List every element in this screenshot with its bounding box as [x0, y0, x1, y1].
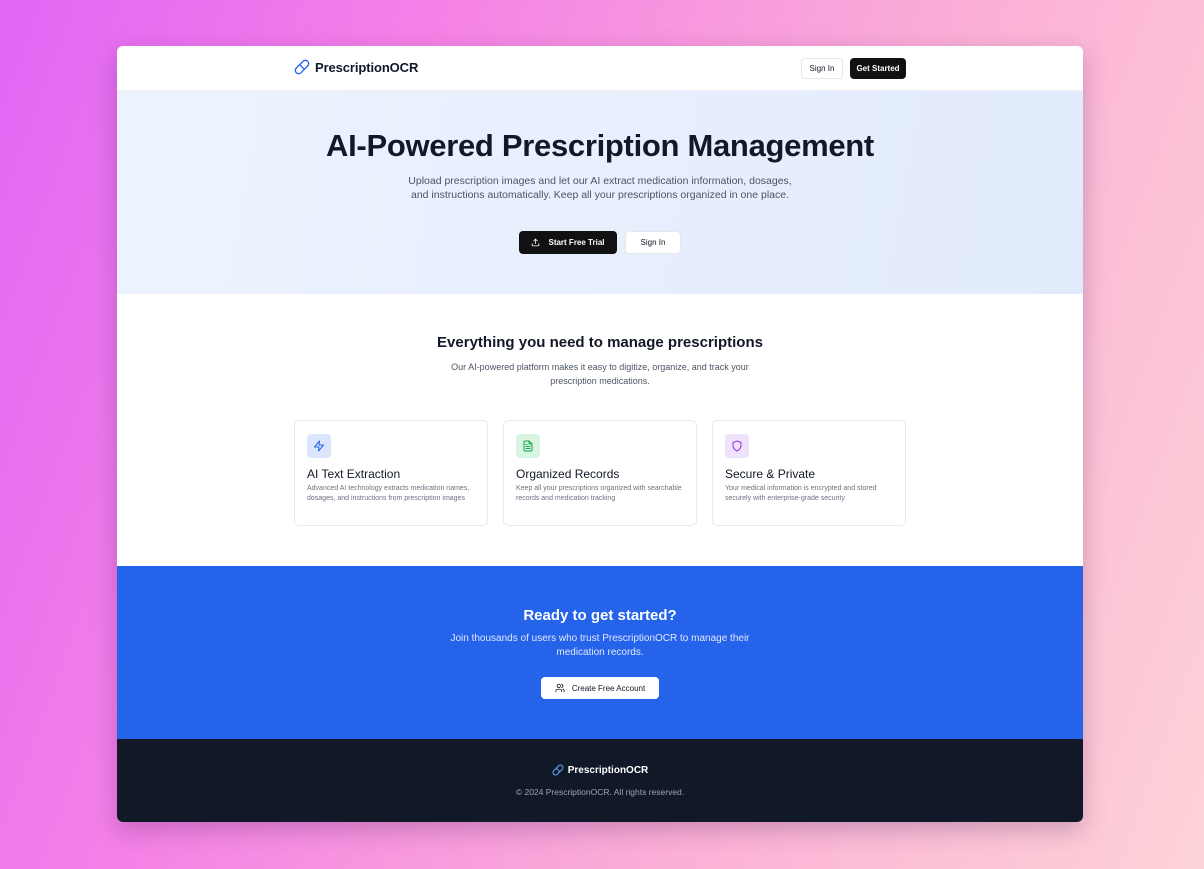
feature-title: Organized Records	[516, 467, 620, 481]
features-title: Everything you need to manage prescripti…	[437, 334, 763, 351]
header-sign-in-button[interactable]: Sign In	[801, 58, 843, 79]
footer-copyright: © 2024 PrescriptionOCR. All rights reser…	[515, 787, 685, 797]
feature-title: Secure & Private	[725, 467, 816, 481]
cta-title: Ready to get started?	[523, 607, 677, 624]
start-free-trial-label: Start Free Trial	[548, 238, 605, 247]
users-icon	[555, 683, 565, 693]
pill-icon	[552, 764, 564, 776]
features-subtitle: Our AI-powered platform makes it easy to…	[451, 362, 749, 386]
features-section: Everything you need to manage prescripti…	[117, 294, 1083, 566]
cta-section: Ready to get started? Join thousands of …	[117, 566, 1083, 739]
feature-description: Advanced AI technology extracts medicati…	[307, 485, 470, 502]
feature-card-ai-extraction: AI Text Extraction Advanced AI technolog…	[294, 420, 488, 526]
upload-icon	[532, 238, 540, 247]
hero-subtitle: Upload prescription images and let our A…	[408, 175, 792, 201]
hero-title: AI-Powered Prescription Management	[326, 128, 874, 163]
shield-icon	[732, 440, 742, 452]
document-icon	[523, 440, 533, 452]
footer: PrescriptionOCR © 2024 PrescriptionOCR. …	[117, 739, 1083, 822]
top-nav: PrescriptionOCR Sign In Get Started	[117, 46, 1083, 91]
cta-subtitle: Join thousands of users who trust Prescr…	[450, 633, 750, 658]
app-window: PrescriptionOCR Sign In Get Started AI-P…	[117, 46, 1083, 822]
hero-section: AI-Powered Prescription Management Uploa…	[117, 91, 1083, 294]
brand-logo[interactable]: PrescriptionOCR	[294, 59, 418, 75]
feature-icon-box	[725, 434, 749, 458]
feature-description: Keep all your prescriptions organized wi…	[516, 485, 682, 502]
hero-sign-in-button[interactable]: Sign In	[625, 231, 681, 254]
feature-title: AI Text Extraction	[307, 467, 401, 481]
pill-icon	[294, 59, 310, 75]
feature-description: Your medical information is encrypted an…	[725, 485, 877, 502]
start-free-trial-button[interactable]: Start Free Trial	[519, 231, 617, 254]
footer-brand-name: PrescriptionOCR	[567, 764, 649, 776]
feature-card-secure-private: Secure & Private Your medical informatio…	[712, 420, 906, 526]
header-get-started-button[interactable]: Get Started	[850, 58, 906, 79]
feature-card-organized-records: Organized Records Keep all your prescrip…	[503, 420, 697, 526]
feature-icon-box	[307, 434, 331, 458]
create-free-account-label: Create Free Account	[571, 683, 646, 693]
footer-brand: PrescriptionOCR	[117, 764, 1083, 776]
brand-name: PrescriptionOCR	[315, 59, 419, 75]
create-free-account-button[interactable]: Create Free Account	[541, 677, 659, 699]
lightning-icon	[314, 440, 324, 452]
feature-icon-box	[516, 434, 540, 458]
